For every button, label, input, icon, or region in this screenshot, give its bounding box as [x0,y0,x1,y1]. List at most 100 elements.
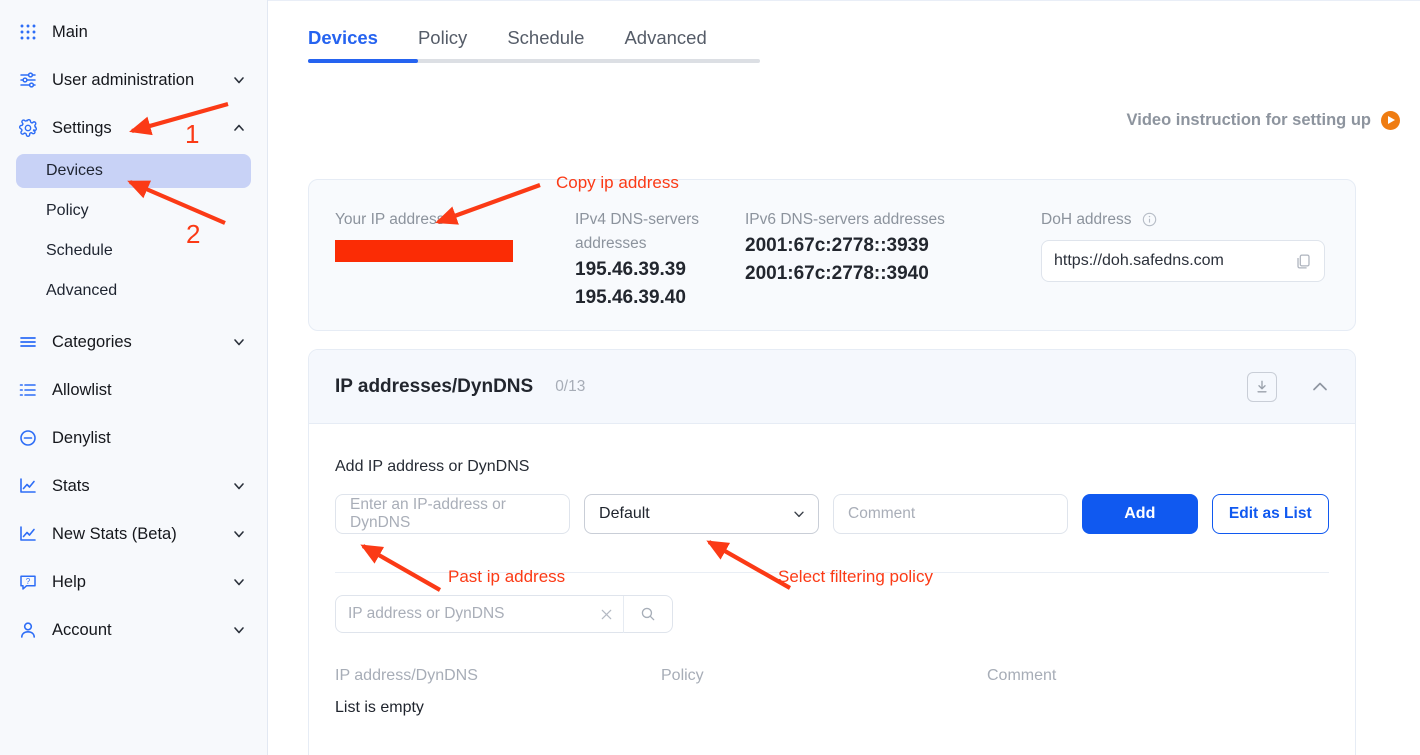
chevron-up-icon[interactable] [1307,374,1333,400]
ipv4-dns-value: 195.46.39.40 [575,287,686,308]
ip-dyndns-panel: IP addresses/DynDNS 0/13 Add IP address … [308,349,1356,755]
sidebar-label: Denylist [52,428,111,447]
copy-icon[interactable] [1295,253,1312,270]
list-icon [16,330,40,354]
sidebar-sub-label: Policy [46,202,89,219]
tab-schedule[interactable]: Schedule [507,21,584,63]
doh-address-label: DoH address [1041,208,1231,232]
chevron-down-icon[interactable] [231,478,247,494]
your-ip-label: Your IP address [335,211,445,228]
table-header-row: IP address/DynDNS Policy Comment [335,667,1329,685]
ipv6-dns-value: 2001:67c:2778::3940 [745,263,929,284]
video-instruction-label: Video instruction for setting up [1126,111,1371,129]
panel-count-badge: 0/13 [555,377,586,395]
sidebar-label: Help [52,572,86,591]
sidebar-item-allowlist[interactable]: Allowlist [8,370,259,410]
doh-address-column: DoH address https://doh.safedns.com [1041,208,1341,330]
column-header-comment: Comment [987,667,1057,684]
ip-table: IP address/DynDNS Policy Comment List is… [309,633,1355,717]
chevron-down-icon[interactable] [231,574,247,590]
chevron-down-icon [792,507,806,521]
empty-state-text: List is empty [335,699,424,716]
sidebar-label: Account [52,620,112,639]
doh-label-text: DoH address [1041,211,1132,228]
sidebar-item-settings[interactable]: Settings [8,108,259,148]
edit-as-list-button[interactable]: Edit as List [1211,494,1330,534]
sidebar-item-help[interactable]: ? Help [8,562,259,602]
sidebar-item-stats[interactable]: Stats [8,466,259,506]
info-icon[interactable] [1142,212,1157,227]
minus-circle-icon [16,426,40,450]
help-icon: ? [16,570,40,594]
add-button[interactable]: Add [1082,494,1198,534]
user-icon [16,618,40,642]
sidebar-item-policy[interactable]: Policy [16,194,251,228]
close-icon[interactable] [589,607,623,622]
add-ip-form-row: Enter an IP-address or DynDNS Default Co… [335,494,1330,534]
search-box[interactable]: IP address or DynDNS [335,595,673,633]
sidebar-item-main[interactable]: Main [8,12,259,52]
tab-list: Devices Policy Schedule Advanced [308,21,760,63]
search-input-placeholder[interactable]: IP address or DynDNS [336,605,589,623]
sidebar-sub-label: Advanced [46,282,118,299]
ip-address-input[interactable]: Enter an IP-address or DynDNS [335,494,571,534]
sidebar-sub-label: Schedule [46,242,113,259]
play-circle-icon[interactable] [1381,111,1400,130]
checklist-icon [16,378,40,402]
chevron-down-icon[interactable] [231,334,247,350]
app-root: Main User administration Settings Device… [0,0,1420,755]
annotation-step-2: 2 [186,219,201,249]
sidebar-label: Main [52,22,88,41]
sidebar-label: User administration [52,70,195,89]
sidebar-label: New Stats (Beta) [52,524,177,543]
search-icon[interactable] [624,606,672,622]
policy-select-value: Default [599,505,650,522]
sidebar: Main User administration Settings Device… [0,0,268,755]
annotation-past-ip: Past ip address [448,567,566,586]
panel-title: IP addresses/DynDNS [335,375,534,397]
comment-placeholder: Comment [848,505,916,522]
sidebar-item-advanced[interactable]: Advanced [16,274,251,308]
doh-address-value: https://doh.safedns.com [1054,252,1224,269]
doh-address-field[interactable]: https://doh.safedns.com [1041,240,1325,282]
ip-address-placeholder: Enter an IP-address or DynDNS [350,496,506,531]
annotation-select-policy: Select filtering policy [778,567,933,586]
sidebar-item-schedule[interactable]: Schedule [16,234,251,268]
ipv6-dns-value: 2001:67c:2778::3939 [745,235,929,256]
ip-dyndns-header: IP addresses/DynDNS 0/13 [309,350,1355,424]
comment-input[interactable]: Comment [833,494,1069,534]
tab-advanced[interactable]: Advanced [624,21,706,63]
ip-info-card: Your IP address IPv4 DNS-servers address… [308,179,1356,331]
add-form-label: Add IP address or DynDNS [335,458,530,475]
grid-icon [16,20,40,44]
sidebar-item-categories[interactable]: Categories [8,322,259,362]
sliders-icon [16,68,40,92]
sidebar-item-user-administration[interactable]: User administration [8,60,259,100]
tab-underline-active [308,59,418,63]
tab-devices[interactable]: Devices [308,21,378,63]
sidebar-label: Settings [52,118,112,137]
tab-bar: Devices Policy Schedule Advanced [308,21,760,63]
your-ip-value-redacted [335,240,513,262]
sidebar-item-new-stats-beta[interactable]: New Stats (Beta) [8,514,259,554]
svg-text:?: ? [26,577,31,586]
chevron-down-icon[interactable] [231,72,247,88]
tab-underline-track [308,59,760,63]
tab-policy[interactable]: Policy [418,21,467,63]
sidebar-label: Stats [52,476,90,495]
ipv6-dns-label: IPv6 DNS-servers addresses [745,211,945,228]
sidebar-item-denylist[interactable]: Denylist [8,418,259,458]
sidebar-sub-label: Devices [46,162,103,179]
sidebar-label: Allowlist [52,380,112,399]
sidebar-item-account[interactable]: Account [8,610,259,650]
ipv4-dns-value: 195.46.39.39 [575,259,686,280]
gear-icon [16,116,40,140]
video-instruction-link[interactable]: Video instruction for setting up [1127,111,1400,130]
ipv4-dns-label: IPv4 DNS-servers addresses [575,211,700,252]
policy-select[interactable]: Default [584,494,819,534]
download-icon[interactable] [1247,371,1277,402]
chevron-up-icon[interactable] [231,120,247,136]
chevron-down-icon[interactable] [231,526,247,542]
sidebar-item-devices[interactable]: Devices [16,154,251,188]
chevron-down-icon[interactable] [231,622,247,638]
